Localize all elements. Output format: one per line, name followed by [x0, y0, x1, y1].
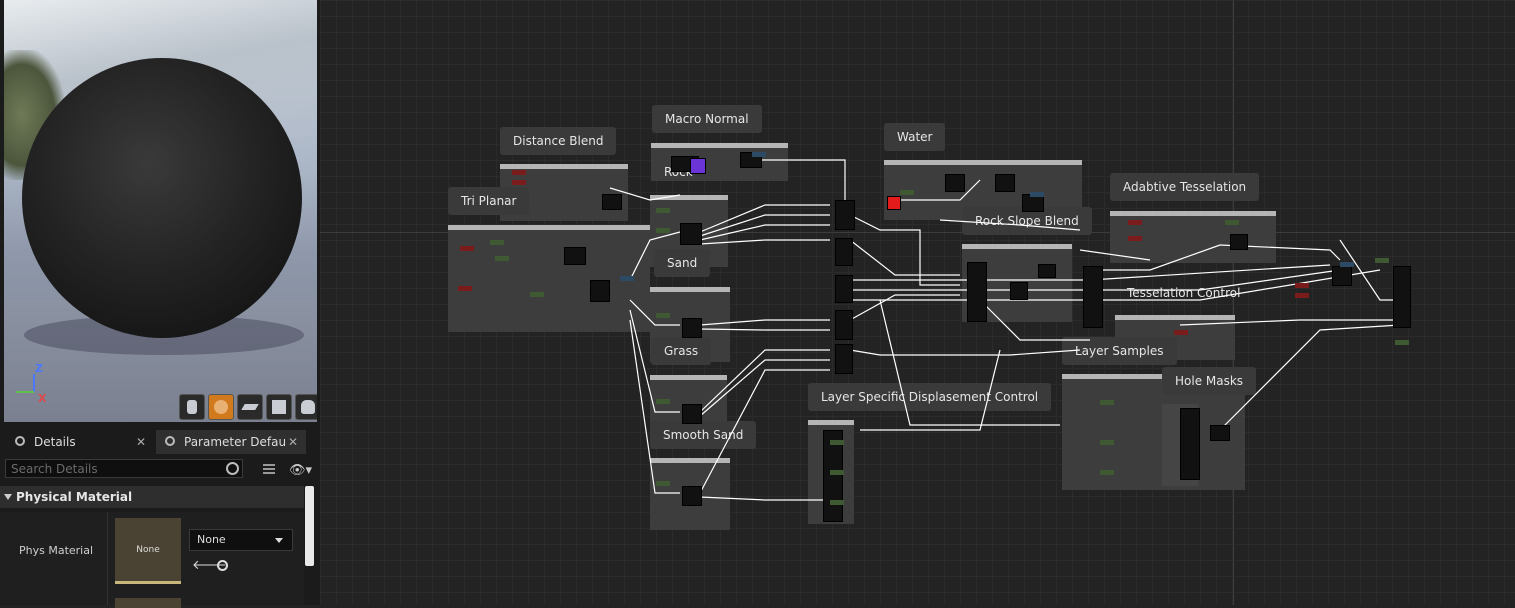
- axis-z-line: [33, 374, 35, 392]
- node-pin[interactable]: [1128, 220, 1142, 225]
- preview-shape-toolbar: [179, 394, 317, 420]
- cube-preview-icon: [272, 400, 286, 414]
- sphere-preview-button[interactable]: [208, 394, 234, 420]
- node[interactable]: [945, 174, 965, 192]
- tab-parameter-defaults-label: Parameter Defaults: [184, 435, 286, 449]
- axis-y-line: [16, 391, 34, 393]
- node-pin[interactable]: [1128, 236, 1142, 241]
- node[interactable]: [1083, 266, 1103, 328]
- node-pin[interactable]: [656, 399, 670, 404]
- search-details-input[interactable]: Search Details: [5, 459, 243, 478]
- search-icon[interactable]: [226, 462, 239, 475]
- phys-material-label: Phys Material: [19, 544, 94, 557]
- custom-mesh-preview-icon: [301, 400, 315, 414]
- water-color-node[interactable]: [887, 196, 901, 210]
- material-graph-canvas[interactable]: Distance Blend Macro Normal Rock Tri Pla…: [320, 0, 1515, 605]
- node-pin[interactable]: [512, 170, 526, 175]
- left-panel: Z X Details ✕ Parameter Defaults ✕ Searc…: [0, 0, 320, 608]
- node-pin[interactable]: [656, 228, 670, 233]
- node-pin[interactable]: [1375, 258, 1389, 263]
- cylinder-preview-icon: [187, 400, 197, 414]
- node[interactable]: [682, 486, 702, 506]
- tab-parameter-defaults[interactable]: Parameter Defaults ✕: [156, 430, 306, 454]
- axis-z-label: Z: [35, 362, 43, 375]
- node[interactable]: [682, 404, 702, 424]
- node[interactable]: [1210, 425, 1230, 441]
- close-parameter-defaults-tab-icon[interactable]: ✕: [288, 430, 298, 454]
- node[interactable]: [1010, 282, 1028, 300]
- custom-mesh-preview-button[interactable]: [295, 394, 317, 420]
- node-pin[interactable]: [830, 470, 844, 475]
- node-pin[interactable]: [1100, 440, 1114, 445]
- plane-preview-icon: [241, 404, 259, 410]
- node-pin[interactable]: [752, 152, 766, 157]
- node-pin[interactable]: [1100, 470, 1114, 475]
- visibility-eye-icon[interactable]: 👁▾: [289, 463, 312, 478]
- plane-preview-button[interactable]: [237, 394, 263, 420]
- node[interactable]: [967, 262, 987, 322]
- node[interactable]: [682, 318, 702, 338]
- node[interactable]: [835, 200, 855, 230]
- node-pin[interactable]: [1395, 340, 1409, 345]
- details-tab-bar: Details ✕ Parameter Defaults ✕: [0, 430, 320, 454]
- chevron-down-icon[interactable]: [275, 538, 283, 543]
- close-details-tab-icon[interactable]: ✕: [136, 430, 146, 454]
- parameter-defaults-tab-icon: [165, 436, 175, 446]
- details-scrollbar[interactable]: [305, 486, 314, 566]
- node[interactable]: [835, 344, 853, 374]
- node[interactable]: [680, 223, 702, 245]
- node-pin[interactable]: [1174, 330, 1188, 335]
- node-pin[interactable]: [490, 240, 504, 245]
- next-thumbnail: [115, 598, 181, 608]
- view-options-grid-icon[interactable]: [263, 462, 275, 474]
- node[interactable]: [1038, 264, 1056, 278]
- physical-material-section-header[interactable]: Physical Material: [0, 486, 304, 508]
- node[interactable]: [835, 310, 853, 340]
- node[interactable]: [1230, 234, 1248, 250]
- node[interactable]: [590, 280, 610, 302]
- node[interactable]: [835, 238, 853, 266]
- node-pin[interactable]: [900, 190, 914, 195]
- node-pin[interactable]: [458, 286, 472, 291]
- node-pin[interactable]: [1340, 262, 1354, 267]
- node-pin[interactable]: [656, 208, 670, 213]
- material-preview-viewport[interactable]: Z X: [4, 0, 317, 422]
- node[interactable]: [1393, 266, 1411, 328]
- node-pin[interactable]: [1295, 293, 1309, 298]
- browse-search-icon[interactable]: [217, 560, 228, 571]
- node[interactable]: [1332, 266, 1352, 286]
- node-pin[interactable]: [656, 481, 670, 486]
- node-pin[interactable]: [495, 256, 509, 261]
- node-pin[interactable]: [620, 276, 634, 281]
- tab-details[interactable]: Details ✕: [6, 430, 154, 454]
- node[interactable]: [995, 174, 1015, 192]
- node-wires: [609, 159, 1401, 501]
- node-pin[interactable]: [460, 246, 474, 251]
- node[interactable]: [564, 247, 586, 265]
- node-pin[interactable]: [512, 180, 526, 185]
- node-pin[interactable]: [1100, 400, 1114, 405]
- axis-x-label: X: [38, 392, 47, 405]
- node-pin[interactable]: [830, 440, 844, 445]
- node-pin[interactable]: [1225, 220, 1239, 225]
- tab-details-label: Details: [34, 435, 76, 449]
- collapse-arrow-icon[interactable]: [4, 494, 12, 500]
- node[interactable]: [835, 275, 853, 303]
- normal-texture-node[interactable]: [690, 158, 706, 174]
- node-pin[interactable]: [1295, 283, 1309, 288]
- node-pin[interactable]: [1030, 192, 1044, 197]
- property-divider: [107, 512, 108, 605]
- sphere-preview-icon: [214, 400, 228, 414]
- node[interactable]: [1180, 408, 1200, 480]
- cylinder-preview-button[interactable]: [179, 394, 205, 420]
- details-tab-icon: [15, 436, 25, 446]
- phys-material-thumbnail[interactable]: None: [115, 518, 181, 584]
- preview-sphere: [22, 58, 302, 338]
- node-pin[interactable]: [830, 500, 844, 505]
- node[interactable]: [602, 194, 622, 210]
- node-pin[interactable]: [656, 313, 670, 318]
- node-pin[interactable]: [530, 292, 544, 297]
- cube-preview-button[interactable]: [266, 394, 292, 420]
